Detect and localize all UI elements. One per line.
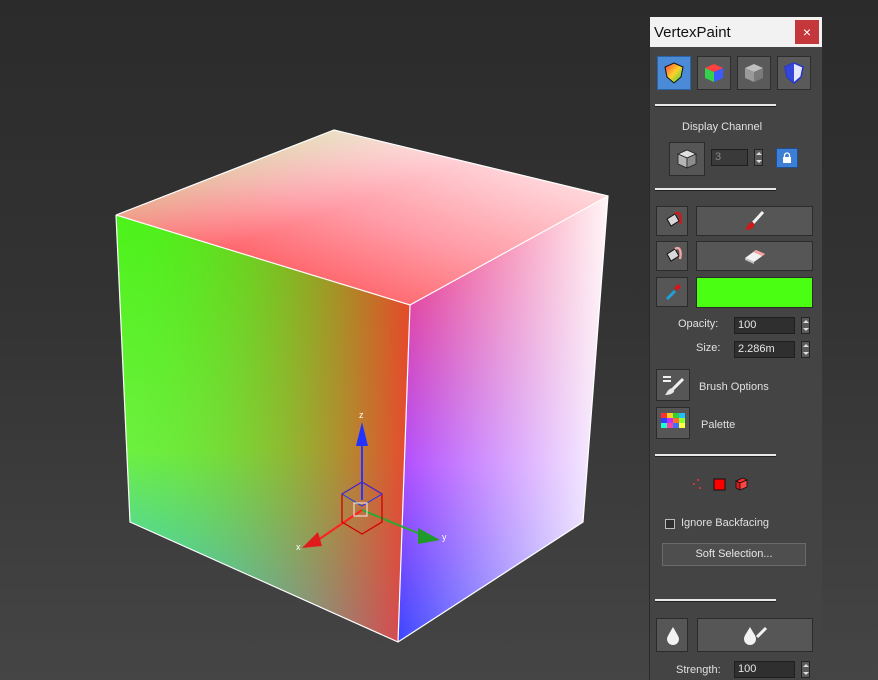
- separator: [655, 599, 776, 602]
- brush-options-icon: [663, 376, 685, 395]
- size-spinner[interactable]: [801, 341, 810, 358]
- vertex-color-mode-icon: [664, 62, 684, 84]
- size-field[interactable]: 2.286m: [734, 341, 795, 358]
- display-channel-field[interactable]: 3: [711, 149, 748, 166]
- paint-bucket-erase-icon: [666, 246, 682, 262]
- paint-all-button[interactable]: [656, 206, 688, 236]
- gizmo-x-label: x: [296, 542, 301, 552]
- face-selection-icon: [713, 478, 726, 491]
- strength-spinner[interactable]: [801, 661, 810, 678]
- paint-button[interactable]: [696, 206, 813, 236]
- shaded-display-button[interactable]: [737, 56, 771, 90]
- opacity-spinner[interactable]: [801, 317, 810, 334]
- vertex-color-display-button[interactable]: [697, 56, 731, 90]
- gizmo-z-label: z: [359, 410, 364, 420]
- lock-icon: [783, 152, 791, 163]
- pick-color-button[interactable]: [656, 277, 688, 307]
- opacity-label: Opacity:: [678, 318, 719, 330]
- panel-title: VertexPaint: [654, 24, 731, 41]
- opacity-field[interactable]: 100: [734, 317, 795, 334]
- erase-button[interactable]: [696, 241, 813, 271]
- erase-all-button[interactable]: [656, 241, 688, 271]
- selection-level-icons: [693, 477, 748, 491]
- blur-brush-button[interactable]: [697, 618, 813, 652]
- palette-icon: [661, 413, 685, 428]
- color-swatch[interactable]: [696, 277, 813, 308]
- vertexpaint-panel: VertexPaint × Display Channel 3 Opacity:…: [649, 17, 822, 680]
- separator: [655, 188, 776, 191]
- soft-selection-button[interactable]: Soft Selection...: [662, 543, 806, 566]
- eraser-icon: [745, 250, 765, 264]
- palette-label: Palette: [701, 419, 736, 431]
- eyedropper-icon: [665, 284, 681, 301]
- vertex-selection-icon: [693, 479, 701, 489]
- shield-display-button[interactable]: [777, 56, 811, 90]
- panel-titlebar[interactable]: VertexPaint ×: [650, 17, 822, 47]
- vertex-color-mode-button[interactable]: [657, 56, 691, 90]
- shaded-display-icon: [745, 64, 763, 82]
- blur-all-button[interactable]: [656, 618, 688, 652]
- strength-label: Strength:: [676, 664, 721, 676]
- brush-options-label: Brush Options: [699, 381, 769, 393]
- element-selection-icon: [735, 477, 748, 491]
- vertex-color-display-icon: [705, 64, 723, 82]
- paintbrush-icon: [745, 210, 765, 230]
- size-label: Size:: [696, 342, 721, 354]
- cube-icon: [677, 149, 697, 169]
- shield-display-icon: [784, 62, 804, 84]
- drop-icon: [667, 627, 679, 645]
- gizmo-y-label: y: [442, 532, 447, 542]
- paint-bucket-icon: [666, 211, 682, 227]
- display-channel-spinner[interactable]: [754, 149, 763, 166]
- blur-brush-icon: [744, 626, 768, 645]
- separator: [655, 104, 776, 107]
- separator: [655, 454, 776, 457]
- cube-render: z x y: [115, 129, 609, 643]
- strength-field[interactable]: 100: [734, 661, 795, 678]
- display-channel-label: Display Channel: [682, 121, 763, 133]
- display-channel-button[interactable]: [669, 142, 705, 176]
- palette-button[interactable]: [656, 407, 690, 439]
- brush-options-button[interactable]: [656, 369, 690, 401]
- lock-button[interactable]: [776, 148, 798, 168]
- ignore-backfacing-checkbox[interactable]: [665, 519, 675, 529]
- ignore-backfacing-label: Ignore Backfacing: [681, 517, 770, 529]
- close-button[interactable]: ×: [795, 20, 819, 44]
